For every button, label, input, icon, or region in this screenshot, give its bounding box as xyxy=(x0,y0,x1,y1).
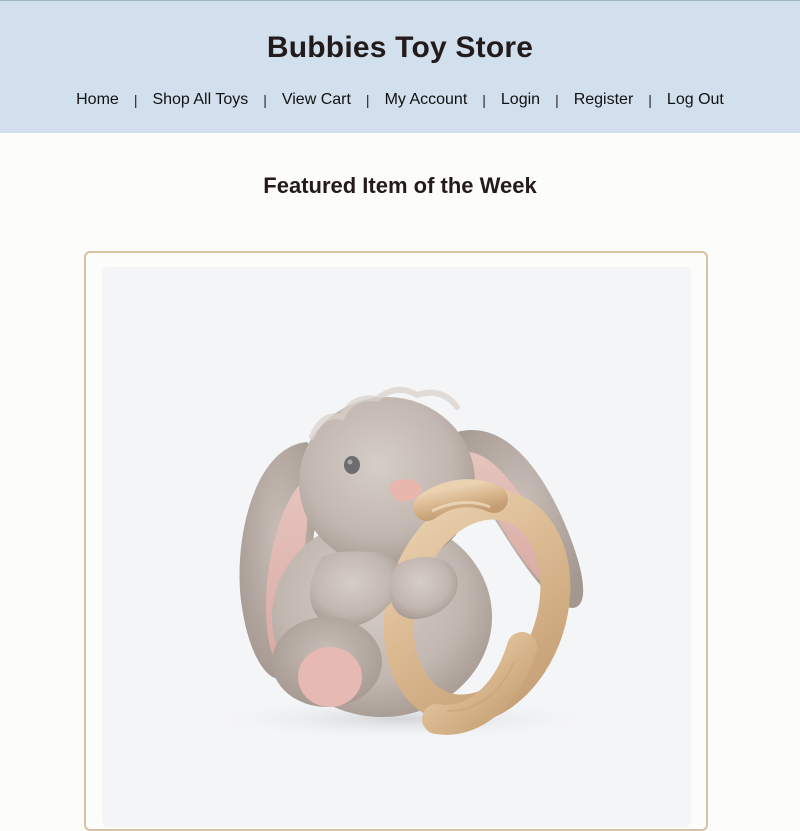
nav-separator: | xyxy=(133,92,138,108)
nav-home-link[interactable]: Home xyxy=(76,91,119,109)
featured-item-heading: Featured Item of the Week xyxy=(263,173,537,198)
nav-login-link[interactable]: Login xyxy=(501,91,540,109)
nav-separator: | xyxy=(482,92,486,108)
nav-view-cart-link[interactable]: View Cart xyxy=(282,91,351,109)
site-title: Bubbies Toy Store xyxy=(266,31,534,64)
nav-shop-all-toys-link[interactable]: Shop All Toys xyxy=(152,91,248,109)
bunny-eye xyxy=(344,456,360,474)
nav-log-out-link[interactable]: Log Out xyxy=(667,91,724,109)
main-nav: Home | Shop All Toys | View Cart | My Ac… xyxy=(0,91,800,109)
nav-separator: | xyxy=(263,92,267,108)
nav-register-link[interactable]: Register xyxy=(574,91,634,109)
nav-separator: | xyxy=(648,92,652,108)
nav-separator: | xyxy=(365,92,370,108)
nav-my-account-link[interactable]: My Account xyxy=(385,91,468,109)
site-header: Bubbies Toy Store Home | Shop All Toys |… xyxy=(0,0,800,133)
nav-separator: | xyxy=(555,92,559,108)
featured-item-card[interactable] xyxy=(84,251,708,831)
bunny-foot-pad xyxy=(298,647,362,707)
plush-bunny-with-wooden-ring-image[interactable] xyxy=(102,267,691,827)
bunny-illustration xyxy=(202,386,602,741)
